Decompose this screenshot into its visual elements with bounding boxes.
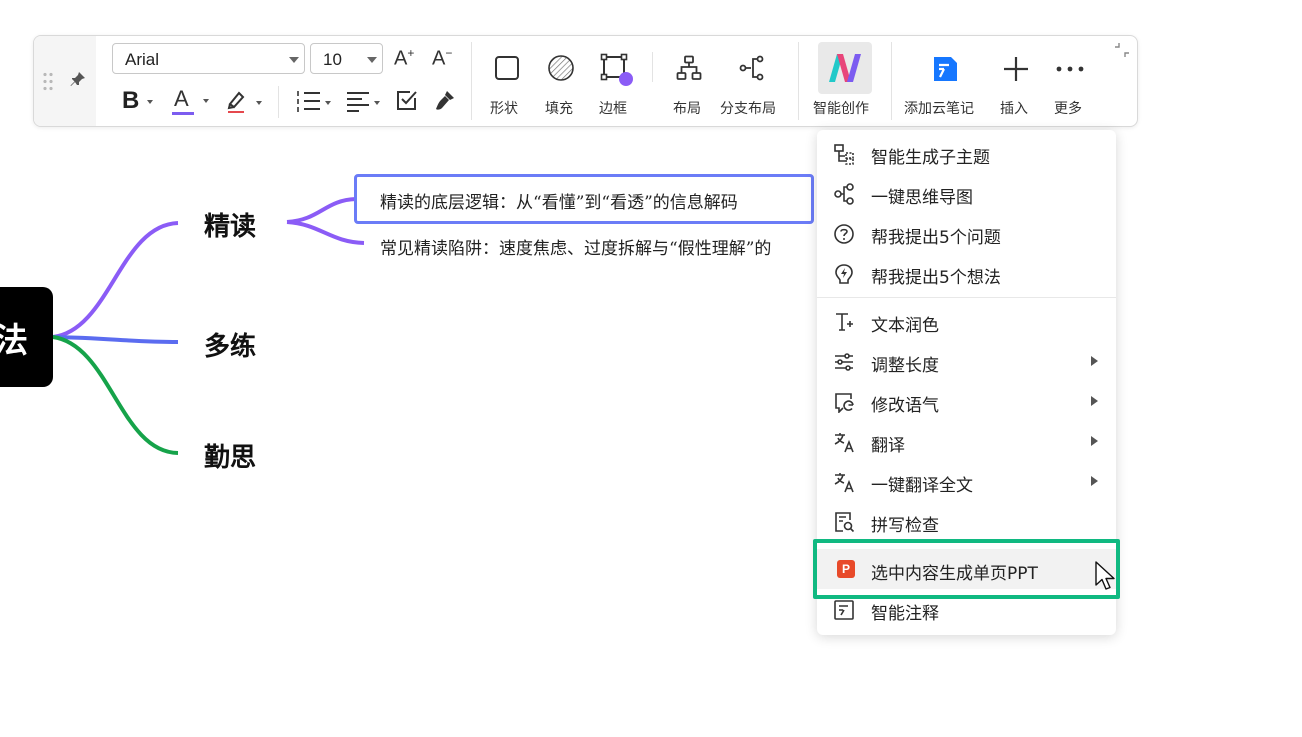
chevron-right-icon bbox=[1091, 436, 1098, 446]
mindmap-share-icon bbox=[834, 183, 854, 205]
menu-item-text-polish[interactable]: 文本润色 bbox=[817, 301, 1116, 341]
menu-item-label: 智能注释 bbox=[871, 604, 939, 624]
menu-item-label: 智能生成子主题 bbox=[871, 148, 990, 168]
branch-topic-3[interactable]: 勤思 bbox=[204, 437, 256, 474]
menu-item-one-click-mindmap[interactable]: 一键思维导图 bbox=[817, 173, 1116, 213]
connector-branch-1 bbox=[52, 221, 179, 339]
translate-all-icon bbox=[834, 473, 854, 493]
adjust-length-icon bbox=[835, 353, 853, 371]
connector-branch-3 bbox=[52, 335, 179, 455]
connector-branch-2 bbox=[52, 335, 179, 344]
menu-item-adjust-length[interactable]: 调整长度 bbox=[817, 341, 1116, 381]
collapse-icon[interactable] bbox=[1113, 41, 1131, 59]
subtopic-1-text[interactable]: 精读的底层逻辑：从“看懂”到“看透”的信息解码 bbox=[380, 188, 738, 213]
add-cloud-note-button[interactable]: 添加云笔记 bbox=[902, 42, 988, 122]
question-circle-icon bbox=[834, 224, 854, 244]
menu-item-label: 一键思维导图 bbox=[871, 188, 973, 208]
root-topic[interactable]: 法 bbox=[0, 287, 53, 387]
insert-button[interactable]: 插入 bbox=[994, 42, 1038, 122]
subtopic-generate-icon bbox=[834, 144, 854, 165]
smart-annotation-icon bbox=[834, 600, 854, 620]
highlight-annotation-box bbox=[813, 539, 1120, 599]
menu-divider bbox=[817, 297, 1116, 298]
subtopic-2-text[interactable]: 常见精读陷阱：速度焦虑、过度拆解与“假性理解”的 bbox=[380, 234, 817, 259]
more-label: 更多 bbox=[1054, 101, 1082, 117]
menu-item-translate[interactable]: 翻译 bbox=[817, 421, 1116, 461]
text-polish-icon bbox=[836, 313, 853, 331]
menu-item-five-ideas[interactable]: 帮我提出5个想法 bbox=[817, 253, 1116, 293]
ai-create-icon-bg bbox=[818, 42, 872, 94]
connector-sub-2 bbox=[286, 220, 365, 245]
branch-topic-1[interactable]: 精读 bbox=[204, 206, 256, 243]
insert-label: 插入 bbox=[1000, 101, 1028, 117]
cloud-note-icon bbox=[934, 57, 957, 81]
root-topic-label: 法 bbox=[0, 321, 28, 361]
lightbulb-bolt-icon bbox=[835, 264, 853, 284]
tone-icon bbox=[835, 393, 854, 413]
more-button[interactable]: 更多 bbox=[1048, 42, 1092, 122]
chevron-right-icon bbox=[1091, 356, 1098, 366]
ai-create-icon bbox=[829, 54, 861, 82]
menu-item-label: 翻译 bbox=[871, 436, 905, 456]
menu-item-modify-tone[interactable]: 修改语气 bbox=[817, 381, 1116, 421]
menu-item-label: 调整长度 bbox=[871, 356, 939, 376]
more-dots-icon bbox=[1056, 66, 1084, 72]
ai-create-button[interactable]: 智能创作 bbox=[810, 42, 880, 122]
plus-icon bbox=[1004, 57, 1028, 81]
menu-item-translate-all[interactable]: 一键翻译全文 bbox=[817, 461, 1116, 501]
connector-sub-1 bbox=[286, 197, 357, 224]
add-cloud-note-label: 添加云笔记 bbox=[904, 101, 974, 117]
chevron-right-icon bbox=[1091, 476, 1098, 486]
menu-item-five-questions[interactable]: 帮我提出5个问题 bbox=[817, 213, 1116, 253]
ai-create-label: 智能创作 bbox=[813, 101, 869, 117]
menu-item-label: 帮我提出5个想法 bbox=[871, 268, 1001, 288]
spell-check-icon bbox=[835, 512, 855, 533]
menu-item-spell-check[interactable]: 拼写检查 bbox=[817, 501, 1116, 541]
mindmap-connectors bbox=[52, 197, 365, 455]
menu-item-label: 帮我提出5个问题 bbox=[871, 228, 1001, 248]
menu-item-label: 一键翻译全文 bbox=[871, 476, 973, 496]
menu-item-label: 文本润色 bbox=[871, 316, 939, 336]
translate-icon bbox=[834, 433, 854, 453]
mouse-cursor-icon bbox=[1095, 561, 1115, 590]
branch-topic-2[interactable]: 多练 bbox=[204, 326, 256, 363]
chevron-right-icon bbox=[1091, 396, 1098, 406]
menu-item-label: 修改语气 bbox=[871, 396, 939, 416]
toolbar-divider bbox=[891, 42, 892, 120]
menu-item-label: 拼写检查 bbox=[871, 516, 939, 536]
menu-item-generate-subtopics[interactable]: 智能生成子主题 bbox=[817, 133, 1116, 173]
